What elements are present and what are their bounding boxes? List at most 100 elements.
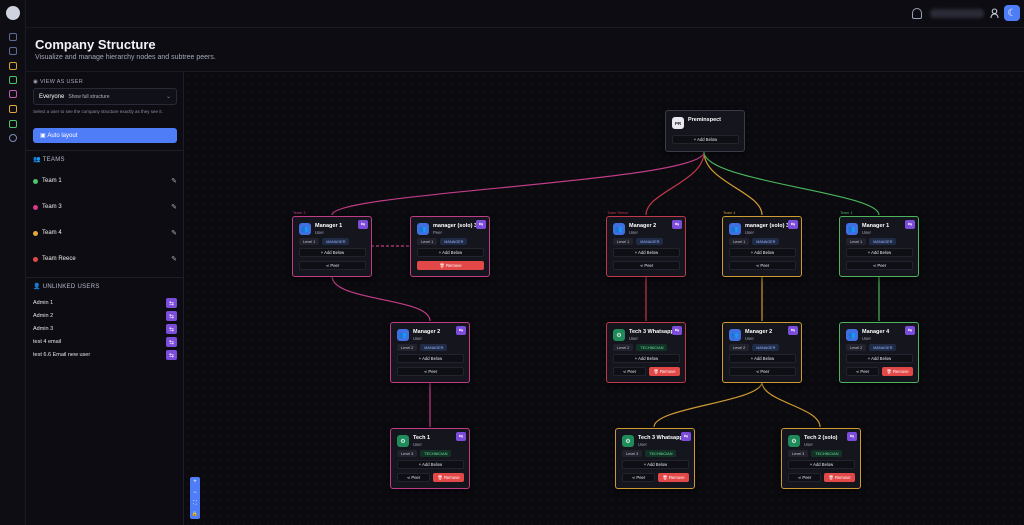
remove-button[interactable]: 🗑 Remove	[658, 473, 689, 482]
peer-button[interactable]: ⋖ Peer	[846, 367, 879, 376]
team-item[interactable]: Team Reece ✎	[33, 254, 177, 264]
chart-icon[interactable]	[9, 120, 17, 128]
logo[interactable]	[6, 6, 20, 20]
unlinked-user: Admin 3 ⇆	[33, 324, 177, 334]
edit-icon[interactable]: ✎	[171, 177, 177, 185]
remove-button[interactable]: 🗑 Remove	[417, 261, 484, 270]
team-item[interactable]: Team 4 ✎	[33, 228, 177, 238]
level-tag: Level 2	[729, 344, 750, 351]
clipboard-icon[interactable]	[9, 76, 17, 84]
user-icon[interactable]	[990, 8, 999, 19]
peer-button[interactable]: ⋖ Peer	[299, 261, 366, 270]
peer-button[interactable]: ⋖ Peer	[846, 261, 913, 270]
users-icon: 👥	[846, 223, 858, 235]
remove-button[interactable]: 🗑 Remove	[824, 473, 855, 482]
org-node[interactable]: Team Reece 👥 Manager 2 User ⇆ Level 1 MANAGER +…	[606, 211, 686, 277]
swap-icon[interactable]: ⇆	[681, 432, 691, 441]
view-as-select[interactable]: Everyone Show full structure ⌄	[33, 88, 177, 105]
grid-icon[interactable]	[9, 47, 17, 55]
add-below-button[interactable]: + Add Below	[397, 460, 464, 469]
assign-icon[interactable]: ⇆	[166, 350, 177, 360]
swap-icon[interactable]: ⇆	[358, 220, 368, 229]
zoom-out-button[interactable]: −	[193, 490, 197, 496]
peer-button[interactable]: ⋖ Peer	[729, 261, 796, 270]
edit-icon[interactable]: ✎	[171, 203, 177, 211]
peer-button[interactable]: ⋖ Peer	[613, 261, 680, 270]
users-icon: 👥	[397, 329, 409, 341]
org-node[interactable]: ⚙ Tech 2 (solo) User ⇆ Level 3 TECHNICIAN + Ad…	[781, 428, 861, 489]
node-name: Tech 1	[413, 435, 431, 441]
add-below-button[interactable]: + Add Below	[846, 248, 913, 257]
fit-view-button[interactable]: ⛶	[193, 500, 197, 506]
peer-button[interactable]: ⋖ Peer	[397, 473, 430, 482]
swap-icon[interactable]: ⇆	[788, 220, 798, 229]
node-tags: Level 2 MANAGER	[846, 344, 897, 351]
swap-icon[interactable]: ⇆	[456, 326, 466, 335]
unlinked-user-name: Admin 2	[33, 313, 54, 319]
org-node[interactable]: 👥 Manager 4 User ⇆ Level 2 MANAGER + Add Below…	[839, 322, 919, 383]
edit-icon[interactable]: ✎	[171, 229, 177, 237]
moon-icon[interactable]: ☾	[1004, 5, 1020, 21]
peer-button[interactable]: ⋖ Peer	[613, 367, 646, 376]
swap-icon[interactable]: ⇆	[905, 220, 915, 229]
swap-icon[interactable]: ⇆	[788, 326, 798, 335]
calendar-icon[interactable]	[9, 33, 17, 41]
assign-icon[interactable]: ⇆	[166, 337, 177, 347]
add-below-button[interactable]: + Add Below	[622, 460, 689, 469]
add-below-button[interactable]: + Add Below	[299, 248, 366, 257]
assign-icon[interactable]: ⇆	[166, 298, 177, 308]
add-below-button[interactable]: + Add Below	[417, 248, 484, 257]
root-node[interactable]: PR Preminspect + Add Below	[665, 110, 745, 152]
users-icon: 👥	[613, 223, 625, 235]
add-below-button[interactable]: + Add Below	[397, 354, 464, 363]
org-node[interactable]: 👥 Manager 2 User ⇆ Level 2 MANAGER + Add Below…	[390, 322, 470, 383]
swap-icon[interactable]: ⇆	[847, 432, 857, 441]
org-node[interactable]: 👥 manager (solo) 3 Peer ⇆ Level 1 MANAGER + Ad…	[410, 216, 490, 277]
add-below-button[interactable]: + Add Below	[846, 354, 913, 363]
document-icon[interactable]	[9, 90, 17, 98]
team-tag: Team 3	[293, 211, 306, 215]
assign-icon[interactable]: ⇆	[166, 311, 177, 321]
org-node[interactable]: Team 4 👥 manager (solo) 3 User ⇆ Level 1 MANAG…	[722, 211, 802, 277]
peer-button[interactable]: ⋖ Peer	[622, 473, 655, 482]
peer-button[interactable]: ⋖ Peer	[729, 367, 796, 376]
add-below-button[interactable]: + Add Below	[729, 354, 796, 363]
zoom-in-button[interactable]: +	[193, 479, 197, 485]
add-below-button[interactable]: + Add Below	[729, 248, 796, 257]
lock-button[interactable]: 🔒	[192, 511, 198, 517]
remove-button[interactable]: 🗑 Remove	[649, 367, 680, 376]
peer-button[interactable]: ⋖ Peer	[788, 473, 821, 482]
bell-nav-icon[interactable]	[9, 62, 17, 70]
add-below-button[interactable]: + Add Below	[788, 460, 855, 469]
settings-icon[interactable]	[9, 134, 17, 142]
swap-icon[interactable]: ⇆	[672, 220, 682, 229]
assign-icon[interactable]: ⇆	[166, 324, 177, 334]
add-below-button[interactable]: + Add Below	[613, 354, 680, 363]
bell-icon[interactable]	[912, 8, 922, 19]
users-icon: 👥	[846, 329, 858, 341]
org-node[interactable]: ⚙ Tech 3 Whatsapp User ⇆ Level 2 TECHNICIAN + …	[606, 322, 686, 383]
remove-button[interactable]: 🗑 Remove	[433, 473, 464, 482]
swap-icon[interactable]: ⇆	[476, 220, 486, 229]
peer-button[interactable]: ⋖ Peer	[397, 367, 464, 376]
swap-icon[interactable]: ⇆	[672, 326, 682, 335]
team-item[interactable]: Team 3 ✎	[33, 202, 177, 212]
role-badge: TECHNICIAN	[420, 450, 452, 457]
clock-icon[interactable]	[9, 105, 17, 113]
auto-layout-button[interactable]: ▣ Auto layout	[33, 128, 177, 143]
node-tags: Level 3 TECHNICIAN	[788, 450, 843, 457]
team-item[interactable]: Team 1 ✎	[33, 176, 177, 186]
level-tag: Level 3	[622, 450, 643, 457]
org-node[interactable]: 👥 Manager 2 User ⇆ Level 2 MANAGER + Add Below…	[722, 322, 802, 383]
org-node[interactable]: ⚙ Tech 3 Whatsapp User ⇆ Level 3 TECHNICIAN + …	[615, 428, 695, 489]
org-node[interactable]: ⚙ Tech 1 User ⇆ Level 3 TECHNICIAN + Add Below…	[390, 428, 470, 489]
org-node[interactable]: Team 3 👥 Manager 1 User ⇆ Level 1 MANAGER + Add…	[292, 211, 372, 277]
swap-icon[interactable]: ⇆	[456, 432, 466, 441]
add-below-button[interactable]: + Add Below	[613, 248, 680, 257]
add-below-button[interactable]: + Add Below	[672, 135, 739, 144]
org-node[interactable]: Team 1 👥 Manager 1 User ⇆ Level 1 MANAGER + Add…	[839, 211, 919, 277]
edit-icon[interactable]: ✎	[171, 255, 177, 263]
remove-button[interactable]: 🗑 Remove	[882, 367, 913, 376]
swap-icon[interactable]: ⇆	[905, 326, 915, 335]
unlinked-user: Admin 2 ⇆	[33, 311, 177, 321]
